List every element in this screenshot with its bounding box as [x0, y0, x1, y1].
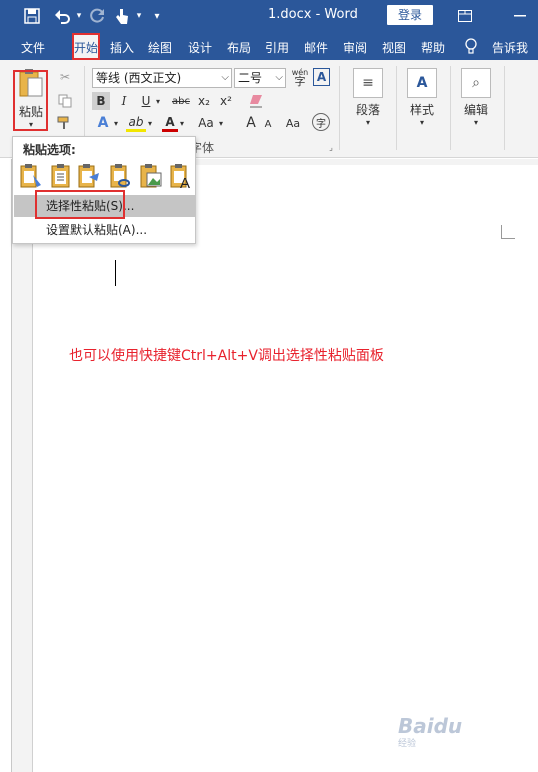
- use-destination-styles-icon[interactable]: [77, 163, 101, 189]
- lightbulb-icon[interactable]: [464, 36, 478, 56]
- text-effects-dropdown-icon[interactable]: ▾: [112, 114, 120, 132]
- enclose-characters-button[interactable]: 字: [312, 113, 330, 131]
- phonetic-guide-button[interactable]: wén 字: [290, 66, 310, 88]
- separator: [339, 66, 340, 150]
- font-color-button[interactable]: A: [162, 114, 178, 132]
- svg-text:A: A: [180, 175, 190, 189]
- chevron-down-icon: ⌵: [275, 72, 283, 83]
- undo-dropdown-icon[interactable]: ▾: [74, 6, 84, 26]
- login-button[interactable]: 登录: [387, 5, 433, 25]
- font-color-dropdown-icon[interactable]: ▾: [178, 114, 186, 132]
- paste-options-title: 粘贴选项:: [23, 143, 76, 157]
- ribbon-display-icon[interactable]: [456, 6, 474, 26]
- copy-icon[interactable]: [56, 92, 74, 110]
- strikethrough-button[interactable]: abc: [170, 92, 192, 110]
- underline-button[interactable]: U: [138, 92, 154, 110]
- underline-dropdown-icon[interactable]: ▾: [154, 92, 162, 110]
- styles-dropdown-icon: ▾: [419, 118, 424, 127]
- separator: [450, 66, 451, 150]
- styles-icon: A: [407, 68, 437, 98]
- paragraph-label: 段落: [355, 103, 380, 117]
- minimize-icon[interactable]: [512, 6, 528, 26]
- touch-dropdown-icon[interactable]: ▾: [134, 6, 144, 26]
- character-border-button[interactable]: A: [313, 68, 330, 86]
- tab-mailings[interactable]: 邮件: [304, 39, 328, 56]
- italic-button[interactable]: I: [116, 92, 132, 110]
- font-name-value: 等线 (西文正文): [96, 71, 182, 85]
- document-area: 也可以使用快捷键Ctrl+Alt+V调出选择性粘贴面板: [0, 159, 538, 772]
- paste-special-menu-item[interactable]: 选择性粘贴(S)...: [14, 195, 195, 217]
- text-cursor: [115, 260, 116, 286]
- redo-icon[interactable]: [88, 6, 106, 26]
- document-page[interactable]: 也可以使用快捷键Ctrl+Alt+V调出选择性粘贴面板: [32, 165, 538, 772]
- shrink-font-button[interactable]: A: [262, 116, 274, 132]
- grow-font-button[interactable]: A: [244, 114, 258, 132]
- clear-format-icon[interactable]: [246, 91, 266, 111]
- phonetic-guide-char: 字: [294, 75, 306, 88]
- save-icon[interactable]: [22, 6, 42, 26]
- tab-tell-me[interactable]: 告诉我: [492, 39, 528, 56]
- set-default-paste-menu-item[interactable]: 设置默认粘贴(A)...: [14, 219, 195, 241]
- styles-button[interactable]: A 样式 ▾: [402, 68, 442, 130]
- tab-references[interactable]: 引用: [265, 39, 289, 56]
- highlight-button[interactable]: ab: [126, 114, 146, 132]
- document-title: 1.docx - Word: [268, 7, 358, 22]
- tab-view[interactable]: 视图: [382, 39, 406, 56]
- tab-home[interactable]: 开始: [72, 34, 101, 60]
- change-case-dropdown-icon[interactable]: ▾: [217, 114, 225, 132]
- font-size-value: 二号: [238, 71, 263, 85]
- bold-button[interactable]: B: [92, 92, 110, 110]
- tab-layout[interactable]: 布局: [227, 39, 251, 56]
- title-bar: ▾ ▾ ▾ 1.docx - Word 登录: [0, 0, 538, 32]
- cut-icon[interactable]: ✂: [56, 68, 74, 86]
- paragraph-icon: ≡: [353, 68, 383, 98]
- watermark-brand: Baidu: [398, 714, 463, 738]
- change-case-button[interactable]: Aa: [195, 114, 217, 132]
- paste-button[interactable]: 粘贴 ▾: [15, 68, 47, 130]
- font-name-select[interactable]: 等线 (西文正文) ⌵: [92, 68, 232, 88]
- keep-source-formatting-icon[interactable]: [19, 163, 43, 189]
- separator: [504, 66, 505, 150]
- paste-dropdown-icon: ▾: [28, 120, 33, 129]
- highlight-dropdown-icon[interactable]: ▾: [146, 114, 154, 132]
- tab-file[interactable]: 文件: [21, 39, 45, 56]
- editing-dropdown-icon: ▾: [473, 118, 478, 127]
- ribbon-tabs: 文件 开始 插入 绘图 设计 布局 引用 邮件 审阅 视图 帮助 告诉我: [0, 32, 538, 60]
- tab-draw[interactable]: 绘图: [148, 39, 172, 56]
- font-dialog-launcher-icon[interactable]: ⌟: [326, 142, 336, 152]
- merge-formatting-icon[interactable]: [49, 163, 73, 189]
- change-case-icon[interactable]: Aa: [285, 114, 301, 132]
- separator: [396, 66, 397, 150]
- paste-icon: [19, 69, 43, 97]
- keep-text-only-icon[interactable]: A: [169, 163, 193, 189]
- editing-button[interactable]: ⌕ 编辑 ▾: [456, 68, 496, 130]
- superscript-button[interactable]: x²: [217, 92, 235, 110]
- tab-design[interactable]: 设计: [188, 39, 212, 56]
- paragraph-button[interactable]: ≡ 段落 ▾: [348, 68, 388, 130]
- customize-icon[interactable]: ▾: [150, 6, 164, 26]
- tab-help[interactable]: 帮助: [421, 39, 445, 56]
- subscript-button[interactable]: x₂: [195, 92, 213, 110]
- tab-insert[interactable]: 插入: [110, 39, 134, 56]
- watermark: Baidu 经验: [398, 714, 462, 749]
- tab-review[interactable]: 审阅: [343, 39, 367, 56]
- paste-as-picture-icon[interactable]: [139, 163, 163, 189]
- link-paste-icon[interactable]: [108, 163, 132, 189]
- paragraph-dropdown-icon: ▾: [365, 118, 370, 127]
- format-painter-icon[interactable]: [56, 114, 74, 132]
- margin-marker: [501, 225, 515, 239]
- tip-text: 也可以使用快捷键Ctrl+Alt+V调出选择性粘贴面板: [69, 348, 384, 364]
- touch-mode-icon[interactable]: [112, 6, 132, 26]
- undo-icon[interactable]: [52, 6, 74, 26]
- vertical-ruler: [0, 159, 12, 772]
- editing-label: 编辑: [463, 103, 488, 117]
- paste-options-popup: 粘贴选项: A 选择性粘贴(S)... 设置默认粘贴(A)...: [12, 136, 196, 244]
- text-effects-button[interactable]: A: [94, 114, 112, 132]
- font-size-select[interactable]: 二号 ⌵: [234, 68, 286, 88]
- paste-label: 粘贴: [18, 105, 43, 119]
- search-icon: ⌕: [461, 68, 491, 98]
- chevron-down-icon: ⌵: [221, 72, 229, 83]
- styles-label: 样式: [409, 103, 434, 117]
